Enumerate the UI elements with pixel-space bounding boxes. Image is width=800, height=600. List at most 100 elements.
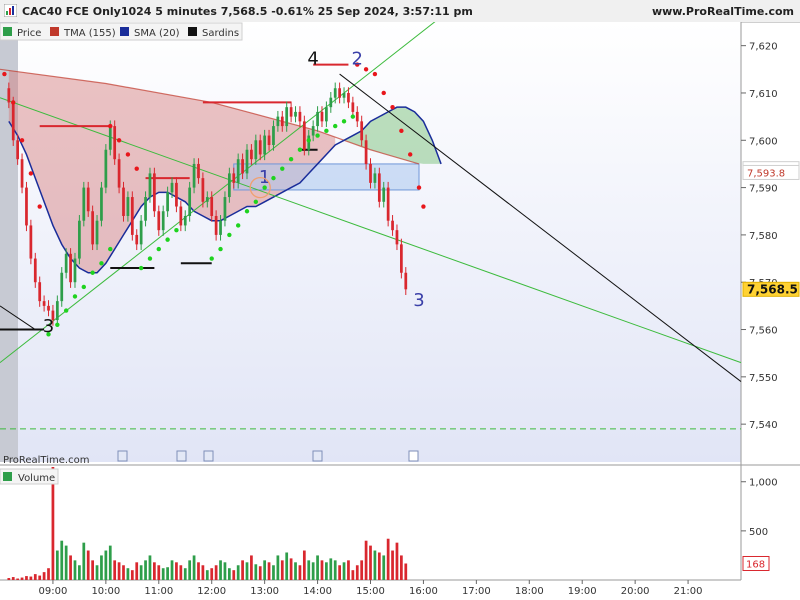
sar-dot-up	[108, 246, 113, 252]
volume-bar	[201, 565, 205, 580]
candle-body	[188, 187, 192, 216]
candle-body	[307, 135, 311, 150]
volume-bar	[42, 572, 46, 580]
candle-body	[38, 282, 42, 302]
x-tick-label: 17:00	[462, 586, 491, 597]
candle-body	[289, 107, 293, 117]
price-label: 7,568.5	[747, 282, 798, 296]
candle-body	[360, 121, 364, 141]
volume-bar	[91, 560, 94, 580]
wave-label: 4	[307, 49, 318, 70]
volume-bar	[11, 577, 15, 580]
event-icon[interactable]	[176, 450, 187, 462]
candle-body	[86, 187, 90, 212]
y-tick-label: 7,590	[749, 184, 778, 195]
x-tick-label: 18:00	[515, 586, 544, 597]
volume-bar	[227, 568, 231, 580]
volume-bar	[175, 562, 178, 580]
sar-dot-up	[333, 123, 338, 129]
event-icon[interactable]	[117, 450, 128, 462]
candle-body	[130, 197, 134, 235]
watermark: ProRealTime.com	[3, 455, 89, 466]
candle-body	[139, 220, 143, 245]
sar-dot-down	[11, 100, 16, 105]
x-tick-label: 16:00	[409, 586, 438, 597]
sar-dot-up	[253, 199, 259, 204]
legend-sma: SMA (20)	[134, 28, 180, 39]
volume-bar	[302, 550, 306, 580]
candle-body	[126, 197, 130, 216]
candle-body	[395, 230, 399, 245]
volume-bar	[25, 576, 28, 580]
x-tick-label: 15:00	[356, 586, 385, 597]
sar-dot-up	[174, 227, 179, 233]
candle-body	[108, 126, 112, 150]
candle-body	[347, 92, 350, 103]
candle-body	[11, 102, 15, 141]
candle-body	[205, 197, 209, 202]
sar-dot-down	[28, 171, 34, 176]
candle-body	[377, 173, 381, 202]
volume-bar	[78, 565, 81, 580]
volume-bar	[108, 545, 112, 580]
volume-bar	[192, 555, 196, 580]
legend-price: Price	[17, 28, 41, 39]
candle-body	[267, 135, 271, 146]
volume-bar	[73, 560, 77, 580]
event-icon[interactable]	[203, 450, 214, 462]
info-icon[interactable]	[408, 450, 419, 462]
candle-body	[192, 163, 196, 188]
volume-bar	[377, 552, 381, 580]
volume-bar	[38, 575, 42, 580]
sar-dot-down	[421, 204, 426, 209]
volume-bar	[157, 565, 161, 580]
candle-body	[294, 111, 297, 117]
chart-title: CAC40 FCE Only1024 5 minutes 7,568.5 -0.…	[22, 5, 473, 18]
event-icon[interactable]	[312, 450, 323, 462]
candle-body	[16, 140, 20, 160]
candle-body	[355, 111, 359, 122]
candle-body	[263, 135, 267, 155]
candle-body	[148, 173, 152, 198]
sar-dot-up	[147, 256, 153, 261]
candle-body	[104, 149, 108, 188]
volume-bar	[55, 550, 59, 580]
sar-dot-up	[341, 119, 347, 124]
sar-dot-up	[280, 166, 285, 171]
volume-bar	[386, 538, 390, 580]
volume-bar	[272, 565, 275, 580]
volume-bar	[391, 550, 394, 580]
x-tick-label: 14:00	[303, 586, 332, 597]
x-tick-label: 20:00	[621, 586, 650, 597]
chart-canvas[interactable]: 7,6207,6107,6007,5907,5807,5707,5607,550…	[0, 22, 800, 600]
site-url[interactable]: www.ProRealTime.com	[652, 5, 794, 18]
volume-bar	[166, 567, 169, 580]
prorealtime-logo-icon	[4, 4, 17, 17]
volume-bar	[86, 550, 90, 580]
volume-bar	[100, 555, 103, 580]
volume-bar	[82, 542, 86, 580]
volume-bar	[232, 570, 236, 580]
candle-body	[325, 107, 328, 122]
volume-bar	[197, 562, 200, 580]
candle-body	[338, 88, 341, 98]
x-tick-label: 21:00	[674, 586, 703, 597]
candle-body	[276, 116, 280, 127]
sar-dot-up	[209, 256, 214, 261]
volume-bar	[364, 540, 368, 580]
volume-bar	[179, 565, 183, 580]
candle-body	[382, 187, 386, 202]
volume-bar	[241, 560, 244, 580]
volume-bar	[126, 568, 130, 580]
candle-body	[241, 159, 244, 174]
wave-label: 2	[352, 49, 363, 70]
volume-bar	[33, 574, 37, 580]
candle-body	[33, 258, 37, 283]
candle-body	[175, 182, 178, 207]
candle-body	[342, 92, 346, 98]
volume-bar	[170, 560, 174, 580]
volume-bar	[148, 555, 152, 580]
candle-body	[135, 234, 139, 245]
candle-body	[258, 140, 262, 155]
sar-dot-up	[315, 133, 320, 138]
